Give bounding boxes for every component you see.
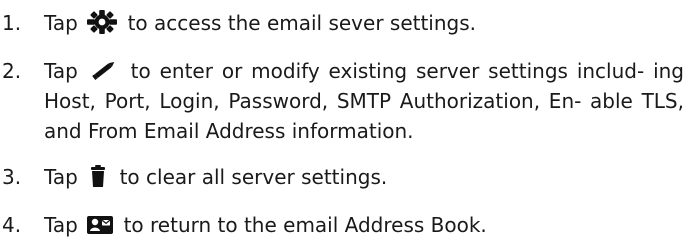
- step-number: 3.: [2, 165, 22, 189]
- step-suffix: to enter or modify existing server setti…: [44, 59, 684, 143]
- step-suffix: to clear all server settings.: [119, 165, 388, 189]
- step-number: 2.: [2, 59, 22, 83]
- step-number: 4.: [2, 213, 22, 237]
- step-prefix: Tap: [44, 11, 78, 35]
- address-book-icon: [86, 213, 114, 237]
- pencil-icon: [89, 57, 119, 83]
- step-text: Tap to enter or modify existing server s…: [44, 56, 684, 146]
- step-text: Tap to access the email sever settings.: [44, 8, 684, 38]
- step-text: Tap to clear all server settings.: [44, 162, 684, 192]
- step-suffix: to access the email sever settings.: [127, 11, 477, 35]
- step-number: 1.: [2, 11, 22, 35]
- step-text: Tap to return to the email Address Book.: [44, 210, 684, 240]
- step-prefix: Tap: [44, 59, 78, 83]
- step-suffix: to return to the email Address Book.: [123, 213, 487, 237]
- step-prefix: Tap: [44, 213, 78, 237]
- step-prefix: Tap: [44, 165, 78, 189]
- trash-icon: [86, 163, 110, 189]
- gear-icon: [86, 9, 118, 35]
